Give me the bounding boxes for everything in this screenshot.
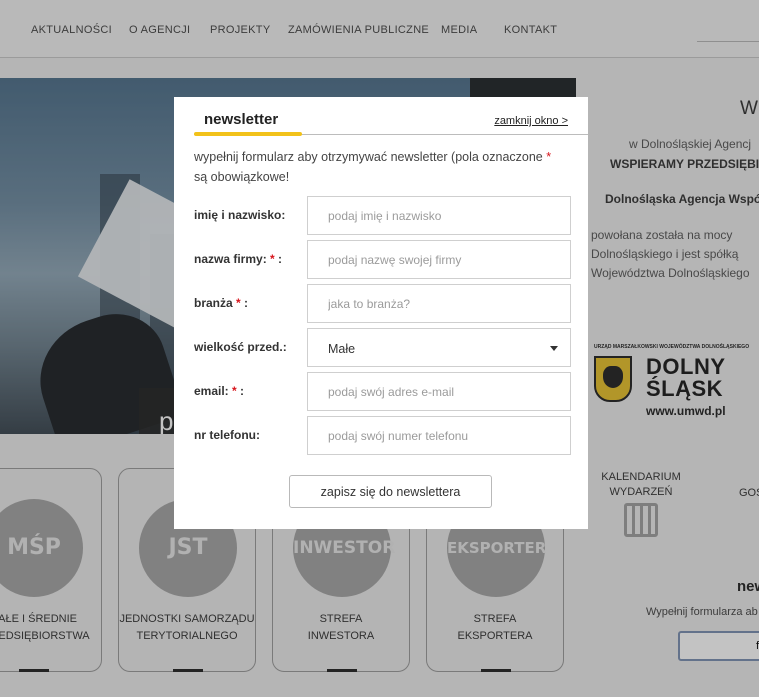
form-row-company: nazwa firmy: * : — [194, 240, 572, 280]
company-size-label: wielkość przed.: — [194, 340, 287, 354]
form-row-company-size: wielkość przed.: Małe — [194, 328, 572, 368]
intro-text: wypełnij formularz aby otrzymywać newsle… — [194, 150, 543, 164]
form-row-email: email: * : — [194, 372, 572, 412]
name-label: imię i nazwisko: — [194, 208, 286, 222]
intro-text: są obowiązkowe! — [194, 170, 290, 184]
email-label: email: * : — [194, 384, 245, 398]
form-row-phone: nr telefonu: — [194, 416, 572, 456]
industry-input[interactable] — [307, 284, 571, 323]
company-size-selected: Małe — [328, 342, 356, 356]
modal-intro: wypełnij formularz aby otrzymywać newsle… — [194, 147, 574, 187]
company-label: nazwa firmy: * : — [194, 252, 283, 266]
required-marker: * — [546, 150, 552, 164]
modal-title: newsletter — [204, 111, 279, 128]
modal-title-underline — [194, 132, 302, 136]
industry-label: branża * : — [194, 296, 249, 310]
form-row-name: imię i nazwisko: — [194, 196, 572, 236]
form-row-industry: branża * : — [194, 284, 572, 324]
phone-input[interactable] — [307, 416, 571, 455]
name-input[interactable] — [307, 196, 571, 235]
close-modal-link[interactable]: zamknij okno > — [494, 115, 568, 127]
chevron-down-icon — [550, 346, 558, 351]
phone-label: nr telefonu: — [194, 428, 260, 442]
newsletter-modal: newsletter zamknij okno > wypełnij formu… — [174, 97, 588, 529]
company-input[interactable] — [307, 240, 571, 279]
email-input[interactable] — [307, 372, 571, 411]
subscribe-button[interactable]: zapisz się do newslettera — [289, 475, 492, 508]
company-size-select[interactable]: Małe — [307, 328, 571, 367]
